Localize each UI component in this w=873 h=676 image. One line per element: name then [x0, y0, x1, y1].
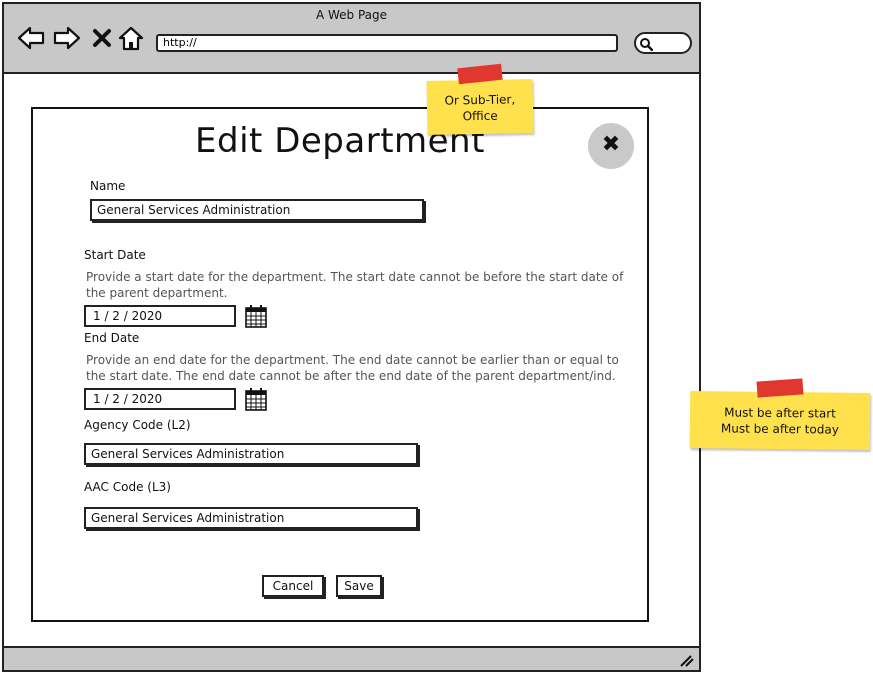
- end-date-input[interactable]: 1 / 2 / 2020: [84, 388, 236, 410]
- dialog-title: Edit Department: [195, 121, 485, 161]
- close-icon: ✖: [601, 132, 621, 157]
- sticky-note-line: Must be after start: [724, 405, 836, 421]
- resize-grip-icon[interactable]: [679, 653, 695, 667]
- save-button[interactable]: Save: [336, 575, 382, 597]
- start-date-label: Start Date: [84, 248, 146, 262]
- browser-search-field[interactable]: [634, 32, 692, 54]
- calendar-icon[interactable]: [245, 387, 267, 411]
- name-input[interactable]: General Services Administration: [90, 199, 424, 221]
- agency-code-input[interactable]: General Services Administration: [84, 443, 418, 465]
- tape-icon: [756, 378, 804, 398]
- end-date-label: End Date: [84, 331, 140, 345]
- window-title: A Web Page: [315, 8, 388, 22]
- cancel-button[interactable]: Cancel: [262, 575, 324, 597]
- close-button[interactable]: ✖: [588, 123, 634, 169]
- sticky-note-sub-tier: Or Sub-Tier, Office: [426, 79, 534, 135]
- search-icon: [640, 38, 653, 51]
- forward-arrow-icon[interactable]: [52, 26, 82, 50]
- sticky-note-line: Must be after today: [720, 421, 839, 437]
- start-date-help: Provide a start date for the department.…: [86, 270, 624, 300]
- browser-status-bar: [4, 646, 699, 670]
- aac-code-input[interactable]: General Services Administration: [84, 507, 418, 529]
- calendar-icon[interactable]: [245, 304, 267, 328]
- browser-chrome: A Web Page http://: [4, 4, 699, 74]
- edit-department-dialog: Edit Department ✖ Name General Services …: [31, 107, 649, 622]
- url-bar[interactable]: http://: [156, 34, 618, 52]
- start-date-input[interactable]: 1 / 2 / 2020: [84, 305, 236, 327]
- sticky-note-end-date-rules: Must be after start Must be after today: [689, 391, 871, 450]
- aac-code-label: AAC Code (L3): [84, 480, 171, 494]
- agency-code-label: Agency Code (L2): [84, 418, 191, 432]
- stop-icon[interactable]: [92, 28, 112, 48]
- back-arrow-icon[interactable]: [16, 26, 46, 50]
- home-icon[interactable]: [118, 26, 144, 52]
- name-label: Name: [90, 179, 126, 193]
